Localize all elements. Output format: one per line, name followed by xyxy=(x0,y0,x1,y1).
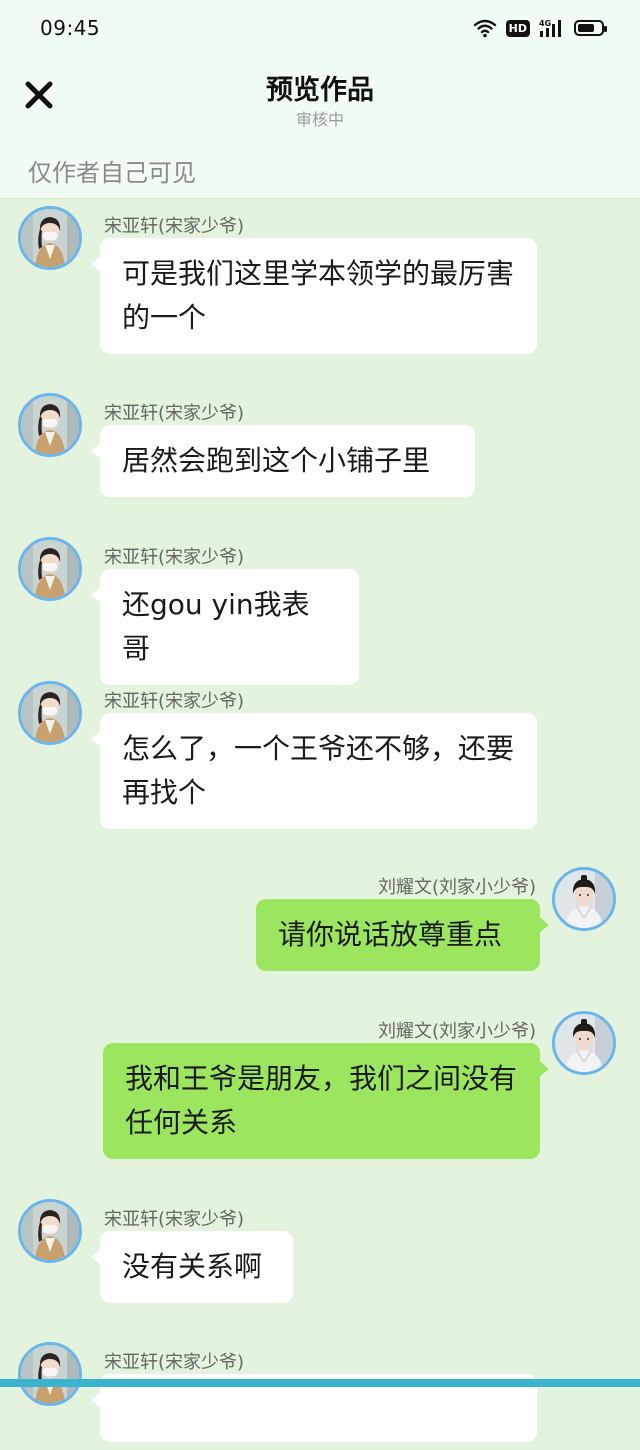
message-item: 宋亚轩(宋家少爷) 还gou yin我表哥 xyxy=(0,537,640,685)
message-item: 宋亚轩(宋家少爷) 居然会跑到这个小铺子里 xyxy=(0,393,640,501)
network-label: 4G xyxy=(539,19,551,28)
sender-name: 宋亚轩(宋家少爷) xyxy=(104,403,245,424)
status-bar: 09:45 HD 4G xyxy=(0,0,640,56)
hd-icon: HD xyxy=(505,19,530,37)
message-item: 刘耀文(刘家小少爷) 请你说话放尊重点 xyxy=(0,867,640,975)
sender-avatar[interactable] xyxy=(18,537,82,601)
wifi-icon xyxy=(473,19,496,38)
message-item: 宋亚轩(宋家少爷) 没有关系啊 xyxy=(0,1199,640,1307)
my-avatar[interactable] xyxy=(552,867,616,931)
sender-avatar[interactable] xyxy=(18,681,82,745)
bottom-bar xyxy=(0,1379,640,1387)
message-bubble[interactable]: 居然会跑到这个小铺子里 xyxy=(91,425,475,497)
visibility-notice-text: 仅作者自己可见 xyxy=(28,159,196,187)
signal-icon: 4G xyxy=(539,19,561,37)
message-item: 宋亚轩(宋家少爷) 可是我们这里学本领学的最厉害的一个 xyxy=(0,206,640,358)
sender-name: 宋亚轩(宋家少爷) xyxy=(104,216,245,237)
message-bubble[interactable]: 我和王爷是朋友，我们之间没有任何关系 xyxy=(103,1043,549,1159)
sender-name: 刘耀文(刘家小少爷) xyxy=(377,877,536,898)
sender-avatar[interactable] xyxy=(18,1199,82,1263)
sender-name: 刘耀文(刘家小少爷) xyxy=(377,1021,536,1042)
message-bubble[interactable]: 怎么了，一个王爷还不够，还要再找个 xyxy=(91,713,537,829)
message-bubble[interactable]: 请你说话放尊重点 xyxy=(256,899,549,971)
my-avatar[interactable] xyxy=(552,1011,616,1075)
message-item: 宋亚轩(宋家少爷) 怎么了，一个王爷还不够，还要再找个 xyxy=(0,681,640,833)
message-bubble[interactable]: 没有关系啊 xyxy=(91,1231,293,1303)
top-bar: 预览作品 审核中 xyxy=(0,56,640,140)
battery-level xyxy=(578,24,594,32)
message-item: 宋亚轩(宋家少爷) xyxy=(0,1342,640,1450)
message-bubble[interactable]: 可是我们这里学本领学的最厉害的一个 xyxy=(91,238,537,354)
sender-avatar[interactable] xyxy=(18,393,82,457)
visibility-notice: 仅作者自己可见 xyxy=(0,140,640,199)
status-icons: HD 4G xyxy=(473,17,607,39)
sender-name: 宋亚轩(宋家少爷) xyxy=(104,1352,245,1373)
sender-name: 宋亚轩(宋家少爷) xyxy=(104,691,245,712)
review-status: 审核中 xyxy=(295,110,344,129)
message-bubble[interactable]: 还gou yin我表哥 xyxy=(91,569,359,685)
status-time: 09:45 xyxy=(40,16,101,40)
sender-name: 宋亚轩(宋家少爷) xyxy=(104,1209,245,1230)
sender-avatar[interactable] xyxy=(18,1342,82,1406)
page-title: 预览作品 xyxy=(266,75,374,106)
sender-name: 宋亚轩(宋家少爷) xyxy=(104,547,245,568)
message-item: 刘耀文(刘家小少爷) 我和王爷是朋友，我们之间没有任何关系 xyxy=(0,1011,640,1163)
battery-icon xyxy=(574,20,607,36)
chat-list[interactable]: 宋亚轩(宋家少爷) 可是我们这里学本领学的最厉害的一个 宋亚轩(宋家少爷) 居然会跑到… xyxy=(0,199,640,1442)
sender-avatar[interactable] xyxy=(18,206,82,270)
